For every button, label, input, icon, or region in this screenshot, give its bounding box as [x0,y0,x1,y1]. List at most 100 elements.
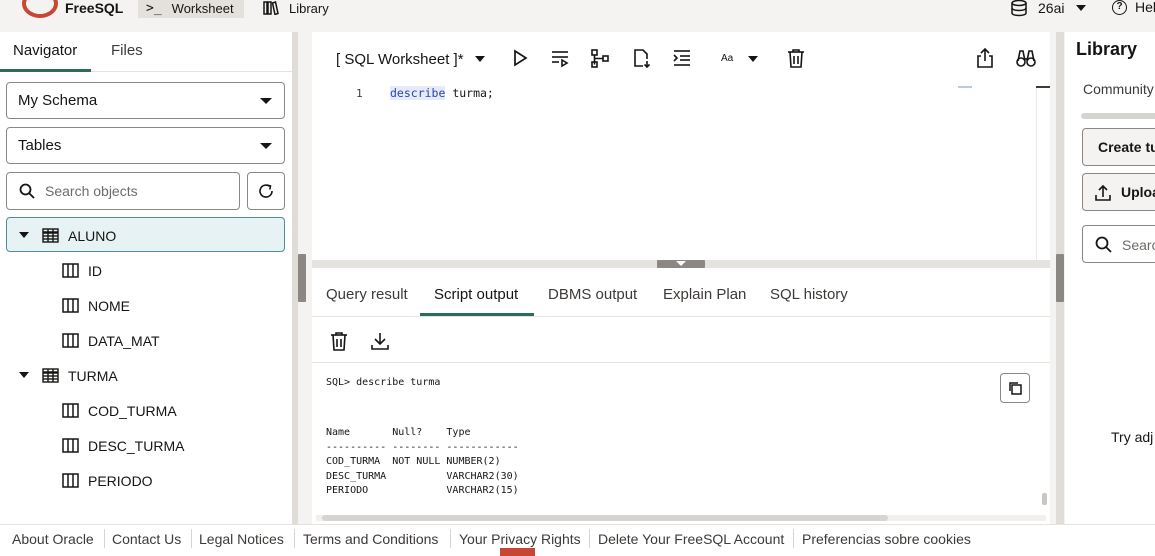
footer-link-delete-account[interactable]: Delete Your FreeSQL Account [598,531,784,547]
output-horizontal-scrollbar[interactable] [316,515,1046,521]
binoculars-icon[interactable] [1015,47,1037,69]
tree-column-label: DATA_MAT [88,333,160,349]
line-number: 1 [356,87,363,100]
tab-explain-plan[interactable]: Explain Plan [663,286,746,303]
sql-editor-panel: [ SQL Worksheet ]* Aa 1 describe turma; [312,32,1050,260]
trash-icon[interactable] [785,47,807,69]
tab-sql-history[interactable]: SQL history [770,286,848,303]
schema-select[interactable]: My Schema [6,82,285,119]
chevron-down-icon[interactable] [475,56,485,62]
chevron-down-icon [260,98,272,104]
nav-worksheet-label: Worksheet [171,0,234,16]
help-label: Hel [1135,0,1155,15]
library-search-input[interactable]: Searc [1082,225,1155,263]
output-line: PERIODO VARCHAR2(15) [326,485,519,496]
search-icon [19,183,35,199]
footer-link-cookies[interactable]: Preferencias sobre cookies [802,531,971,547]
tree-column-desc-turma[interactable]: DESC_TURMA [6,428,285,463]
right-panel-resize-handle[interactable] [1056,254,1064,302]
column-icon [62,473,79,488]
tab-files[interactable]: Files [111,42,143,59]
footer-link-privacy[interactable]: Your Privacy Rights [459,531,581,547]
navigator-tabs: Navigator Files [0,32,293,72]
code-keyword: describe [390,86,446,100]
object-type-select[interactable]: Tables [6,127,285,164]
upload-button[interactable]: Uploa [1082,173,1155,211]
chevron-down-icon[interactable] [748,56,758,62]
tree-column-label: NOME [88,298,130,314]
footer-separator [104,529,105,548]
footer-separator [294,529,295,548]
search-objects-input[interactable]: Search objects [6,172,240,210]
download-icon[interactable] [369,330,391,352]
run-statement-icon[interactable] [509,47,531,69]
feedback-tab[interactable] [500,548,535,556]
tree-column-label: PERIODO [88,473,153,489]
upload-button-label: Uploa [1121,184,1155,200]
run-script-icon[interactable] [549,47,571,69]
editor-minimap-marker [958,86,972,88]
footer-separator [589,529,590,548]
help-icon: ? [1112,0,1127,15]
copy-output-button[interactable] [1000,373,1030,403]
schema-select-value: My Schema [18,92,98,109]
tree-column-data-mat[interactable]: DATA_MAT [6,323,285,358]
share-icon[interactable] [974,47,996,69]
explain-plan-icon[interactable] [589,47,611,69]
footer-separator [793,529,794,548]
editor-scrollbar[interactable] [1036,88,1050,260]
column-icon [62,403,79,418]
tree-column-cod-turma[interactable]: COD_TURMA [6,393,285,428]
editor-results-splitter[interactable] [312,260,1050,268]
format-code-icon[interactable] [671,47,693,69]
download-file-icon[interactable] [630,47,652,69]
library-tabs-scroll[interactable] [1081,113,1155,119]
splitter-handle[interactable] [657,260,705,268]
chevron-down-icon [676,261,686,266]
footer-link-contact-us[interactable]: Contact Us [112,531,181,547]
left-panel-resize-handle[interactable] [298,254,306,302]
footer-link-about-oracle[interactable]: About Oracle [12,531,94,547]
tree-table-label: TURMA [68,368,118,384]
tab-community[interactable]: Community [1083,81,1154,97]
top-bar: FreeSQL >_ Worksheet Library 26ai ? Hel [0,0,1155,18]
table-icon [42,228,59,243]
chevron-down-icon [260,143,272,149]
output-toolbar-divider [312,362,1050,363]
create-tutorial-button[interactable]: Create tu [1082,128,1155,166]
nav-library[interactable]: Library [255,0,339,18]
tab-script-output[interactable]: Script output [434,286,518,303]
worksheet-title[interactable]: [ SQL Worksheet ]* [336,51,464,68]
code-text: turma; [445,86,494,100]
expand-caret-icon[interactable] [19,372,29,378]
books-icon [263,1,279,15]
navigator-panel: Navigator Files My Schema Tables Search … [0,32,293,524]
tree-column-periodo[interactable]: PERIODO [6,463,285,498]
tree-column-label: DESC_TURMA [88,438,185,454]
expand-caret-icon[interactable] [19,232,29,238]
help-menu[interactable]: ? Hel [1112,0,1155,15]
nav-worksheet[interactable]: >_ Worksheet [138,0,244,18]
scrollbar-thumb[interactable] [322,515,888,521]
code-line[interactable]: describe turma; [390,86,494,100]
active-tab-indicator [0,69,91,72]
refresh-button[interactable] [247,172,285,210]
tabs-divider [312,316,1050,317]
database-icon [1011,0,1027,17]
tab-query-result[interactable]: Query result [326,286,408,303]
font-size-icon[interactable]: Aa [721,53,733,64]
footer-link-legal-notices[interactable]: Legal Notices [199,531,284,547]
library-search-placeholder: Searc [1122,237,1155,253]
output-vertical-scrollbar[interactable] [1042,493,1047,505]
trash-icon[interactable] [328,330,350,352]
footer-link-terms[interactable]: Terms and Conditions [303,531,438,547]
refresh-icon [259,184,273,198]
tab-navigator[interactable]: Navigator [13,42,77,59]
tree-column-nome[interactable]: NOME [6,288,285,323]
database-selector[interactable]: 26ai [1010,0,1087,17]
tree-table-aluno[interactable]: ALUNO [6,217,285,252]
tab-dbms-output[interactable]: DBMS output [548,286,637,303]
tree-table-turma[interactable]: TURMA [6,358,285,393]
tree-column-label: COD_TURMA [88,403,177,419]
tree-column-id[interactable]: ID [6,253,285,288]
